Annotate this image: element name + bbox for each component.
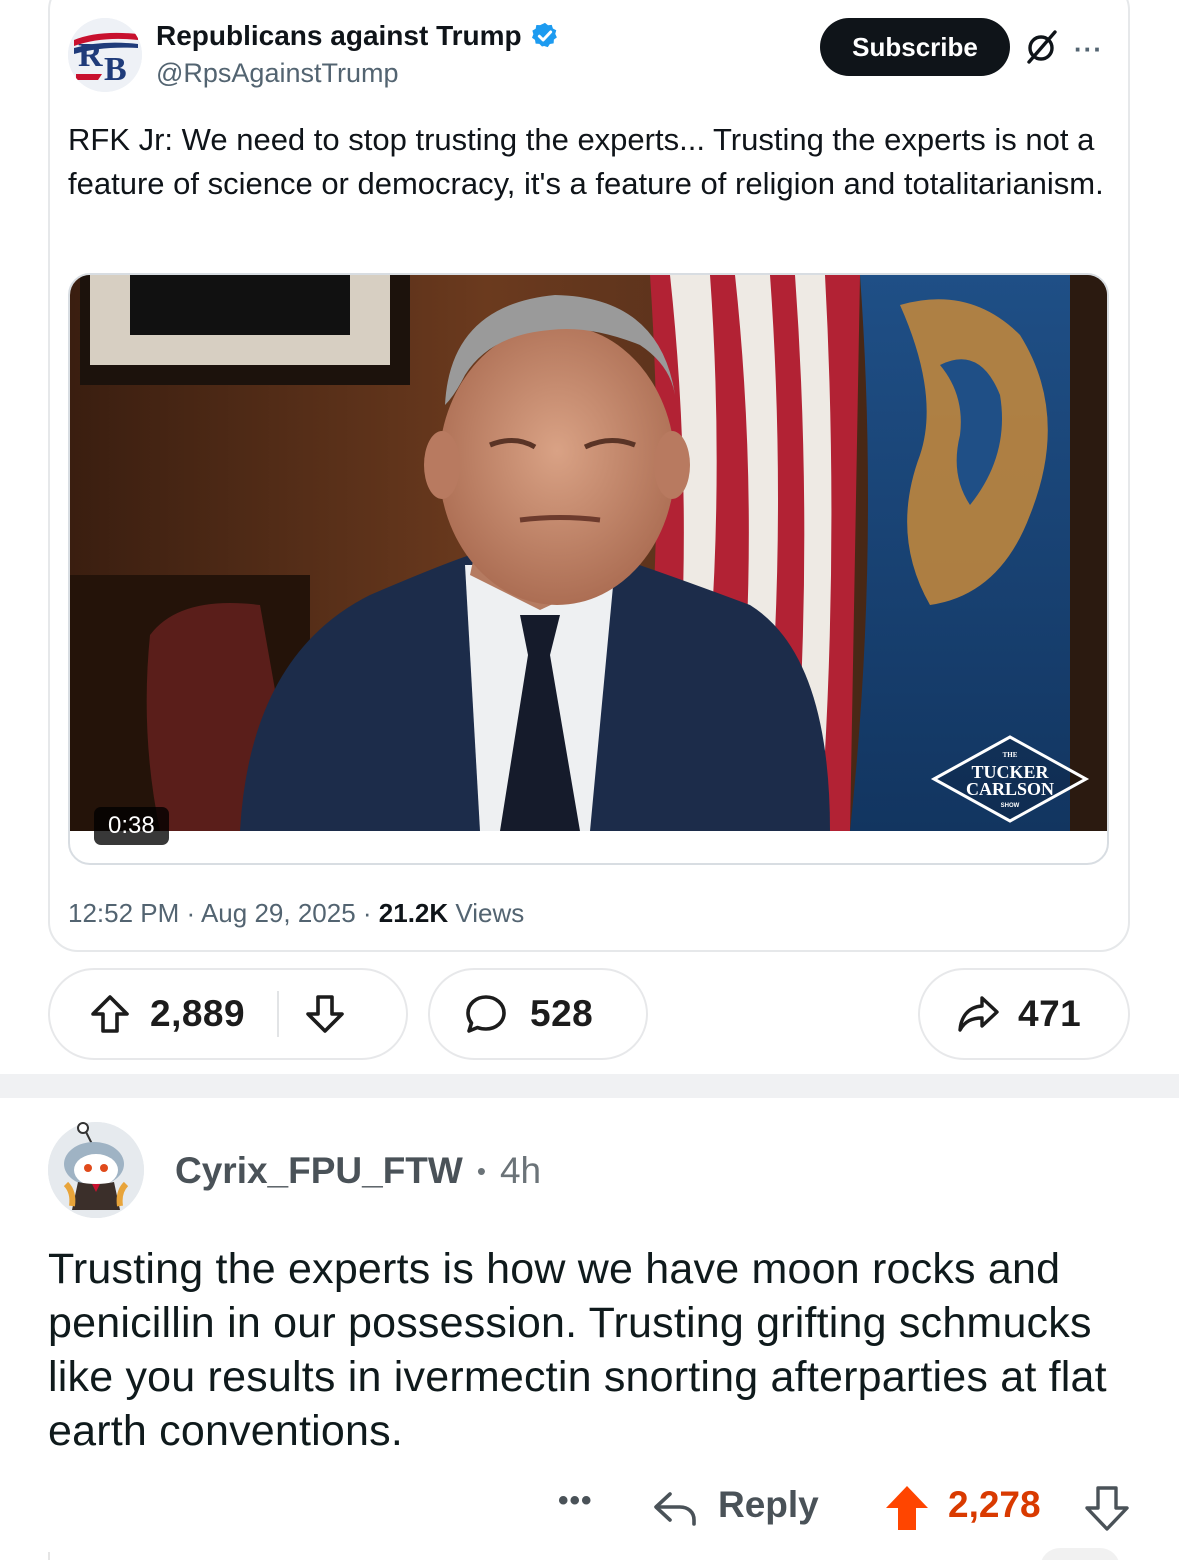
author-name-text: Republicans against Trump [156, 20, 522, 51]
tweet-author-avatar[interactable]: R B [68, 18, 142, 92]
tweet-video[interactable]: 0:38 THE TUCKER CARLSON SHOW [68, 273, 1109, 865]
more-options-icon[interactable]: ··· [1074, 34, 1103, 65]
post-vote-bar: 2,889 [48, 968, 408, 1060]
tweet-views-label: Views [455, 898, 525, 928]
comment-header: Cyrix_FPU_FTW • 4h [175, 1150, 541, 1192]
bottom-fab-edge [1040, 1548, 1120, 1560]
commenter-avatar[interactable] [48, 1122, 144, 1218]
tweet-text: RFK Jr: We need to stop trusting the exp… [68, 122, 1104, 201]
comment-bubble-icon [466, 995, 506, 1033]
vote-divider [277, 991, 280, 1037]
thread-line [48, 1552, 50, 1560]
comment-username[interactable]: Cyrix_FPU_FTW [175, 1150, 463, 1192]
share-icon [958, 996, 999, 1032]
svg-text:THE: THE [1003, 751, 1018, 759]
comment-action-bar: ••• Reply 2,278 [0, 1478, 1179, 1538]
svg-text:SHOW: SHOW [1001, 803, 1020, 809]
svg-text:CARLSON: CARLSON [966, 779, 1054, 799]
comment-more-icon[interactable]: ••• [558, 1484, 593, 1518]
svg-text:R: R [78, 37, 103, 74]
comment-score: 2,278 [948, 1484, 1041, 1525]
subscribe-button[interactable]: Subscribe [820, 18, 1010, 76]
tweet-time[interactable]: 12:52 PM [68, 898, 179, 928]
svg-text:B: B [104, 51, 127, 88]
meta-separator: · [179, 898, 201, 928]
reply-arrow-icon[interactable] [652, 1488, 698, 1528]
section-divider [0, 1074, 1179, 1098]
downvote-icon[interactable] [303, 992, 347, 1036]
tweet-author-name[interactable]: Republicans against Trump [156, 20, 560, 52]
snoo-avatar-icon [48, 1122, 144, 1218]
share-count: 471 [1018, 993, 1082, 1034]
comment-dot-separator: • [476, 1155, 486, 1186]
comment-age: 4h [499, 1150, 542, 1191]
video-duration-badge: 0:38 [94, 807, 169, 845]
tweet-views-count: 21.2K [378, 898, 449, 928]
post-upvote-count: 2,889 [150, 993, 246, 1034]
reply-button[interactable]: Reply [718, 1484, 819, 1526]
grok-icon[interactable] [1024, 28, 1058, 66]
comment-count: 528 [530, 993, 594, 1034]
verified-badge-icon [531, 22, 557, 48]
upvote-icon[interactable] [88, 992, 132, 1036]
comments-button[interactable]: 528 [428, 968, 648, 1060]
tweet-timestamp-views: 12:52 PM · Aug 29, 2025 · 21.2K Views [68, 898, 524, 929]
share-button[interactable]: 471 [918, 968, 1130, 1060]
upvote-filled-icon[interactable] [884, 1484, 930, 1532]
tweet-date[interactable]: Aug 29, 2025 [201, 898, 356, 928]
comment-body: Trusting the experts is how we have moon… [48, 1245, 1107, 1455]
downvote-icon[interactable] [1084, 1484, 1130, 1532]
rb-logo-icon: R B [68, 18, 142, 92]
meta-separator: · [355, 898, 379, 928]
tweet-author-handle[interactable]: @RpsAgainstTrump [156, 58, 399, 89]
tucker-carlson-watermark: THE TUCKER CARLSON SHOW [930, 735, 1090, 823]
